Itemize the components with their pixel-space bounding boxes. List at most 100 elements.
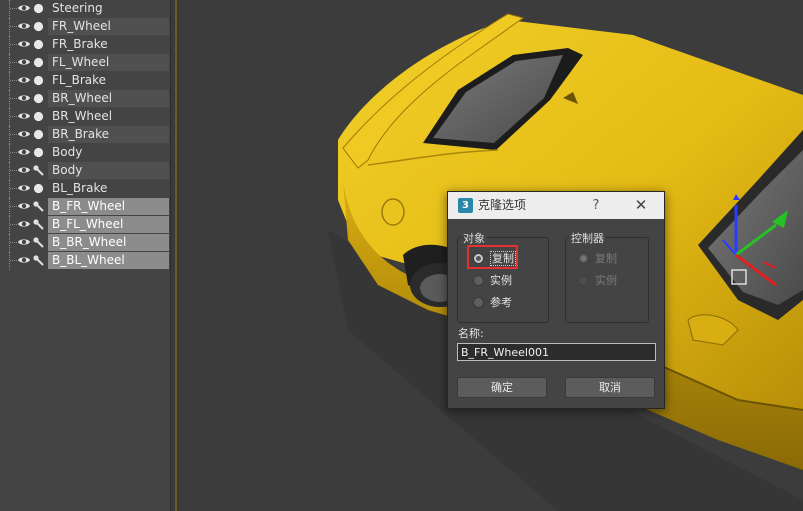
ok-button[interactable]: 确定 [457,377,547,398]
explorer-item-name[interactable]: FL_Brake [48,72,169,89]
geometry-sphere-icon[interactable] [32,146,45,159]
explorer-item-name[interactable]: B_FR_Wheel [48,198,169,215]
bone-icon[interactable] [32,218,45,231]
tree-guide [10,134,17,136]
name-input[interactable] [457,343,656,361]
controller-group-label: 控制器 [569,230,606,246]
tree-guide [10,26,17,28]
explorer-row[interactable]: BL_Brake [0,180,170,198]
tree-guide [10,224,17,226]
close-button[interactable]: ✕ [630,195,652,216]
app-logo-icon: 3 [458,198,473,213]
eye-icon[interactable] [17,74,31,86]
object-group-label: 对象 [461,230,487,246]
explorer-item-name[interactable]: BR_Wheel [48,90,169,107]
explorer-row[interactable]: Body [0,162,170,180]
explorer-item-name[interactable]: FR_Brake [48,36,169,53]
explorer-row[interactable]: Steering [0,0,170,18]
explorer-row[interactable]: Body [0,144,170,162]
radio-controller-copy[interactable]: 复制 [578,251,642,267]
radio-label: 实例 [490,274,512,287]
radio-label: 实例 [595,274,617,287]
geometry-sphere-icon[interactable] [32,2,45,15]
eye-icon[interactable] [17,182,31,194]
eye-icon[interactable] [17,236,31,248]
explorer-item-name[interactable]: B_BR_Wheel [48,234,169,251]
explorer-item-name[interactable]: B_FL_Wheel [48,216,169,233]
scene-explorer: Steering FR_Wheel FR_Brake FL_Wheel FL_Brake… [0,0,170,511]
explorer-item-name[interactable]: FR_Wheel [48,18,169,35]
tree-guide [10,170,17,172]
radio-controller-instance[interactable]: 实例 [578,273,642,289]
bone-icon[interactable] [32,254,45,267]
explorer-row[interactable]: FL_Wheel [0,54,170,72]
explorer-row[interactable]: FR_Brake [0,36,170,54]
geometry-sphere-icon[interactable] [32,110,45,123]
dialog-titlebar[interactable]: 3 克隆选项 ? ✕ [448,192,664,219]
geometry-sphere-icon[interactable] [32,20,45,33]
radio-button[interactable] [578,275,589,286]
explorer-row[interactable]: B_FR_Wheel [0,198,170,216]
radio-button[interactable] [473,297,484,308]
geometry-sphere-icon[interactable] [32,74,45,87]
explorer-row[interactable]: FL_Brake [0,72,170,90]
geometry-sphere-icon[interactable] [32,182,45,195]
tree-guide [10,80,17,82]
explorer-row[interactable]: B_BL_Wheel [0,252,170,270]
tree-guide [10,152,17,154]
tree-guide [10,116,17,118]
explorer-row[interactable]: BR_Wheel [0,108,170,126]
eye-icon[interactable] [17,2,31,14]
tree-guide [10,44,17,46]
explorer-item-name[interactable]: Steering [48,0,169,17]
explorer-item-name[interactable]: B_BL_Wheel [48,252,169,269]
eye-icon[interactable] [17,128,31,140]
bone-icon[interactable] [32,200,45,213]
explorer-item-name[interactable]: BR_Brake [48,126,169,143]
eye-icon[interactable] [17,20,31,32]
eye-icon[interactable] [17,164,31,176]
tree-guide [10,260,17,262]
explorer-item-name[interactable]: BR_Wheel [48,108,169,125]
radio-label: 复制 [595,252,617,265]
eye-icon[interactable] [17,254,31,266]
cancel-button[interactable]: 取消 [565,377,655,398]
tree-guide [10,8,17,10]
bone-icon[interactable] [32,164,45,177]
clone-options-dialog: 3 克隆选项 ? ✕ 对象 复制 实例 参考 控制器 复制 实例 名称: 确定 … [447,191,665,409]
tree-guide [10,206,17,208]
explorer-row[interactable]: BR_Wheel [0,90,170,108]
explorer-item-name[interactable]: BL_Brake [48,180,169,197]
tree-guide [10,188,17,190]
geometry-sphere-icon[interactable] [32,128,45,141]
radio-object-reference[interactable]: 参考 [473,295,543,311]
radio-object-instance[interactable]: 实例 [473,273,543,289]
explorer-row[interactable]: BR_Brake [0,126,170,144]
geometry-sphere-icon[interactable] [32,56,45,69]
tree-guide [10,98,17,100]
explorer-row[interactable]: B_FL_Wheel [0,216,170,234]
eye-icon[interactable] [17,146,31,158]
geometry-sphere-icon[interactable] [32,92,45,105]
name-label: 名称: [458,327,484,340]
geometry-sphere-icon[interactable] [32,38,45,51]
eye-icon[interactable] [17,110,31,122]
help-button[interactable]: ? [588,192,604,219]
explorer-item-name[interactable]: FL_Wheel [48,54,169,71]
explorer-item-name[interactable]: Body [48,162,169,179]
eye-icon[interactable] [17,56,31,68]
tree-guide [10,242,17,244]
explorer-row[interactable]: FR_Wheel [0,18,170,36]
panel-splitter-rail [175,0,177,511]
eye-icon[interactable] [17,200,31,212]
eye-icon[interactable] [17,38,31,50]
explorer-row[interactable]: B_BR_Wheel [0,234,170,252]
radio-button[interactable] [473,275,484,286]
eye-icon[interactable] [17,218,31,230]
explorer-item-name[interactable]: Body [48,144,169,161]
dialog-title: 克隆选项 [478,198,527,212]
bone-icon[interactable] [32,236,45,249]
eye-icon[interactable] [17,92,31,104]
highlight-annotation-box [467,245,518,269]
radio-button[interactable] [578,253,589,264]
